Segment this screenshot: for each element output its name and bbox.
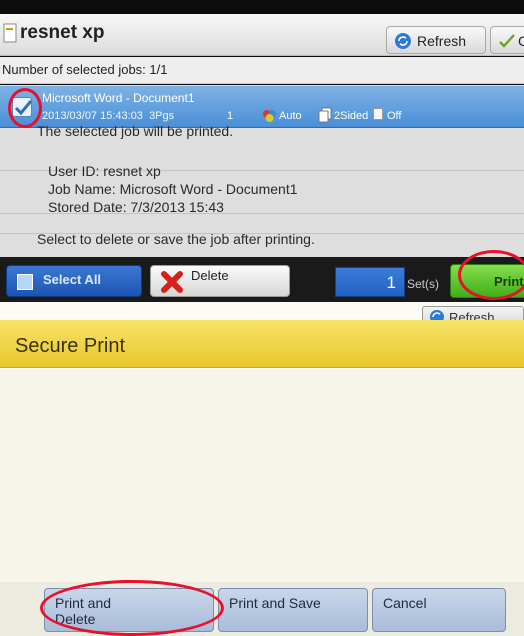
delete-x-icon bbox=[161, 271, 183, 293]
cancel-label: Cancel bbox=[383, 595, 427, 611]
document-icon bbox=[3, 23, 17, 43]
highlight-circle bbox=[8, 88, 42, 128]
close-button[interactable]: C bbox=[490, 26, 524, 54]
dialog-body bbox=[0, 369, 524, 589]
refresh-label: Refresh bbox=[417, 33, 467, 49]
sets-label: Set(s) bbox=[407, 277, 440, 291]
dialog-header: Secure Print bbox=[0, 320, 524, 368]
select-all-button[interactable]: Select All bbox=[6, 265, 142, 297]
selection-summary-bar: Number of selected jobs: 1/1 bbox=[0, 57, 524, 84]
job-name: Microsoft Word - Document1 bbox=[42, 91, 195, 105]
job-color-mode: Auto bbox=[279, 110, 302, 122]
duplex-icon bbox=[318, 107, 332, 123]
user-id-text: User ID: resnet xp bbox=[48, 163, 161, 179]
select-all-label: Select All bbox=[43, 272, 102, 287]
color-mode-icon bbox=[263, 110, 276, 122]
delete-label: Delete bbox=[191, 268, 229, 283]
selected-jobs-count: Number of selected jobs: 1/1 bbox=[2, 62, 168, 77]
job-row[interactable]: Microsoft Word - Document1 2013/03/07 15… bbox=[0, 86, 524, 128]
job-copies: 1 bbox=[227, 110, 234, 122]
checkmark-icon bbox=[499, 34, 515, 48]
select-all-icon bbox=[17, 274, 33, 290]
stored-date-text: Stored Date: 7/3/2013 15:43 bbox=[48, 199, 224, 215]
dialog-instruction: Select to delete or save the job after p… bbox=[37, 231, 315, 247]
highlight-circle bbox=[458, 250, 524, 300]
print-and-save-button[interactable]: Print and Save bbox=[218, 588, 368, 632]
user-title: resnet xp bbox=[20, 22, 105, 43]
job-pages: 3Pgs bbox=[149, 110, 175, 122]
dialog-message: The selected job will be printed. bbox=[37, 123, 234, 139]
refresh-icon bbox=[395, 33, 411, 49]
sets-quantity-input[interactable]: 1 bbox=[335, 267, 405, 297]
sets-value: 1 bbox=[386, 273, 396, 292]
job-staple: Off bbox=[387, 110, 402, 122]
delete-button[interactable]: Delete bbox=[150, 265, 290, 297]
job-sides: 2Sided bbox=[334, 110, 369, 122]
dialog-title: Secure Print bbox=[15, 335, 126, 357]
job-list-screen: resnet xp Refresh C Number of selected j… bbox=[0, 0, 524, 302]
close-label: C bbox=[518, 33, 524, 49]
print-and-save-label: Print and Save bbox=[229, 595, 321, 611]
job-date: 2013/03/07 15:43:03 3Pgs bbox=[42, 110, 174, 122]
highlight-circle bbox=[40, 580, 224, 636]
staple-icon bbox=[373, 108, 383, 120]
refresh-button[interactable]: Refresh bbox=[386, 26, 486, 54]
job-name-text: Job Name: Microsoft Word - Document1 bbox=[48, 181, 298, 197]
cancel-button[interactable]: Cancel bbox=[372, 588, 506, 632]
job-date-value: 2013/03/07 15:43:03 bbox=[42, 110, 143, 122]
